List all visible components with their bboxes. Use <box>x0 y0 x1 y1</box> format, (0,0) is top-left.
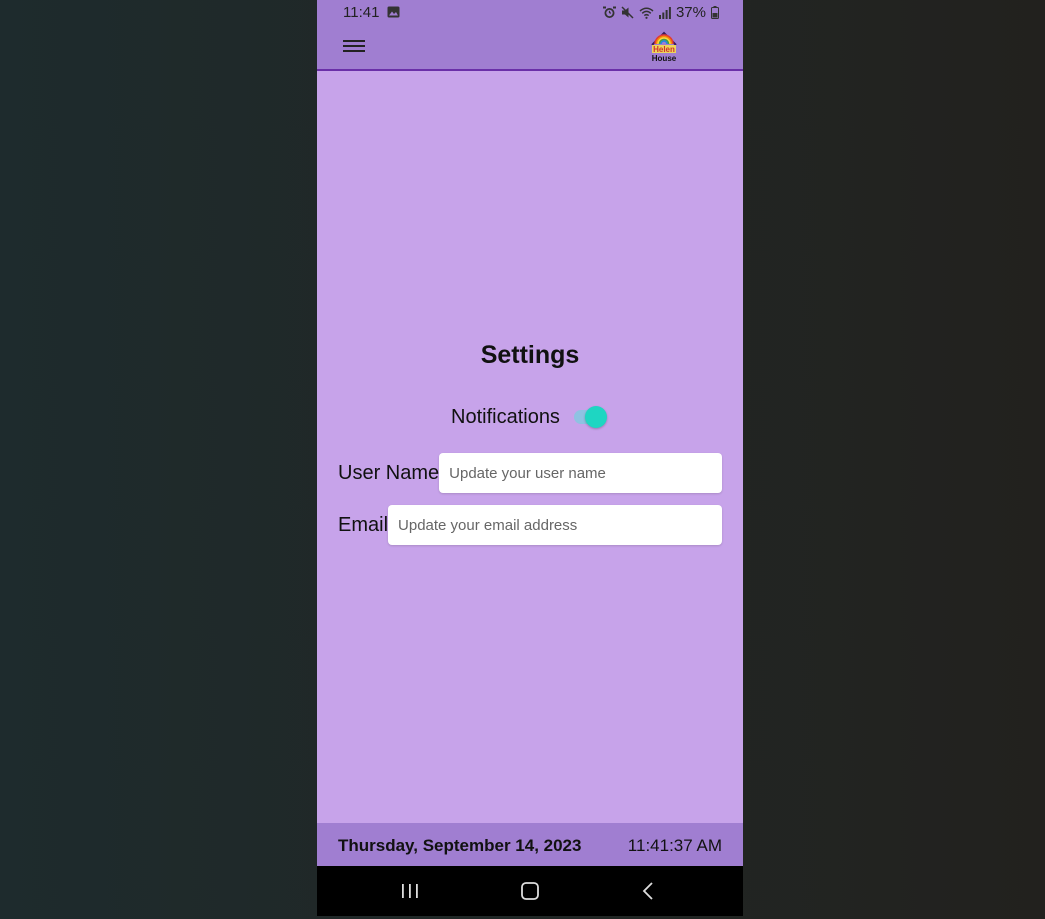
svg-text:Helen: Helen <box>653 45 675 54</box>
username-input[interactable] <box>439 453 722 493</box>
status-bar: 11:41 37% <box>317 0 743 25</box>
wifi-icon <box>639 7 654 19</box>
page-title: Settings <box>480 341 580 369</box>
settings-content: Settings Notifications User Name Email <box>317 71 743 823</box>
toggle-thumb <box>584 406 607 428</box>
notifications-row: Notifications <box>451 405 608 429</box>
mute-icon <box>621 6 634 19</box>
email-row: Email <box>338 504 722 546</box>
username-label: User Name <box>338 461 440 484</box>
footer-bar: Thursday, September 14, 2023 11:41:37 AM <box>317 823 743 866</box>
signal-icon <box>658 6 671 19</box>
hamburger-menu-icon[interactable] <box>343 37 365 57</box>
status-time: 11:41 <box>343 4 380 21</box>
battery-icon <box>711 6 719 19</box>
alarm-icon <box>602 6 616 18</box>
app-bar: Helen House <box>317 25 743 71</box>
username-row: User Name <box>338 452 722 494</box>
notifications-label: Notifications <box>451 405 560 428</box>
system-nav-bar <box>317 866 743 916</box>
notifications-toggle[interactable] <box>573 405 608 429</box>
email-input[interactable] <box>388 505 722 545</box>
battery-percent: 37% <box>675 4 706 21</box>
back-icon[interactable] <box>637 880 661 902</box>
image-notification-icon <box>387 6 400 18</box>
recents-icon[interactable] <box>398 880 422 902</box>
footer-time: 11:41:37 AM <box>627 836 722 855</box>
email-label: Email <box>338 513 389 536</box>
home-icon[interactable] <box>518 880 542 902</box>
svg-text:House: House <box>652 54 677 62</box>
footer-date: Thursday, September 14, 2023 <box>338 836 582 855</box>
status-icons: 37% <box>602 4 719 21</box>
phone-screen: 11:41 37% Helen House Settings Notificat… <box>317 0 743 916</box>
helen-house-logo: Helen House <box>651 31 677 62</box>
